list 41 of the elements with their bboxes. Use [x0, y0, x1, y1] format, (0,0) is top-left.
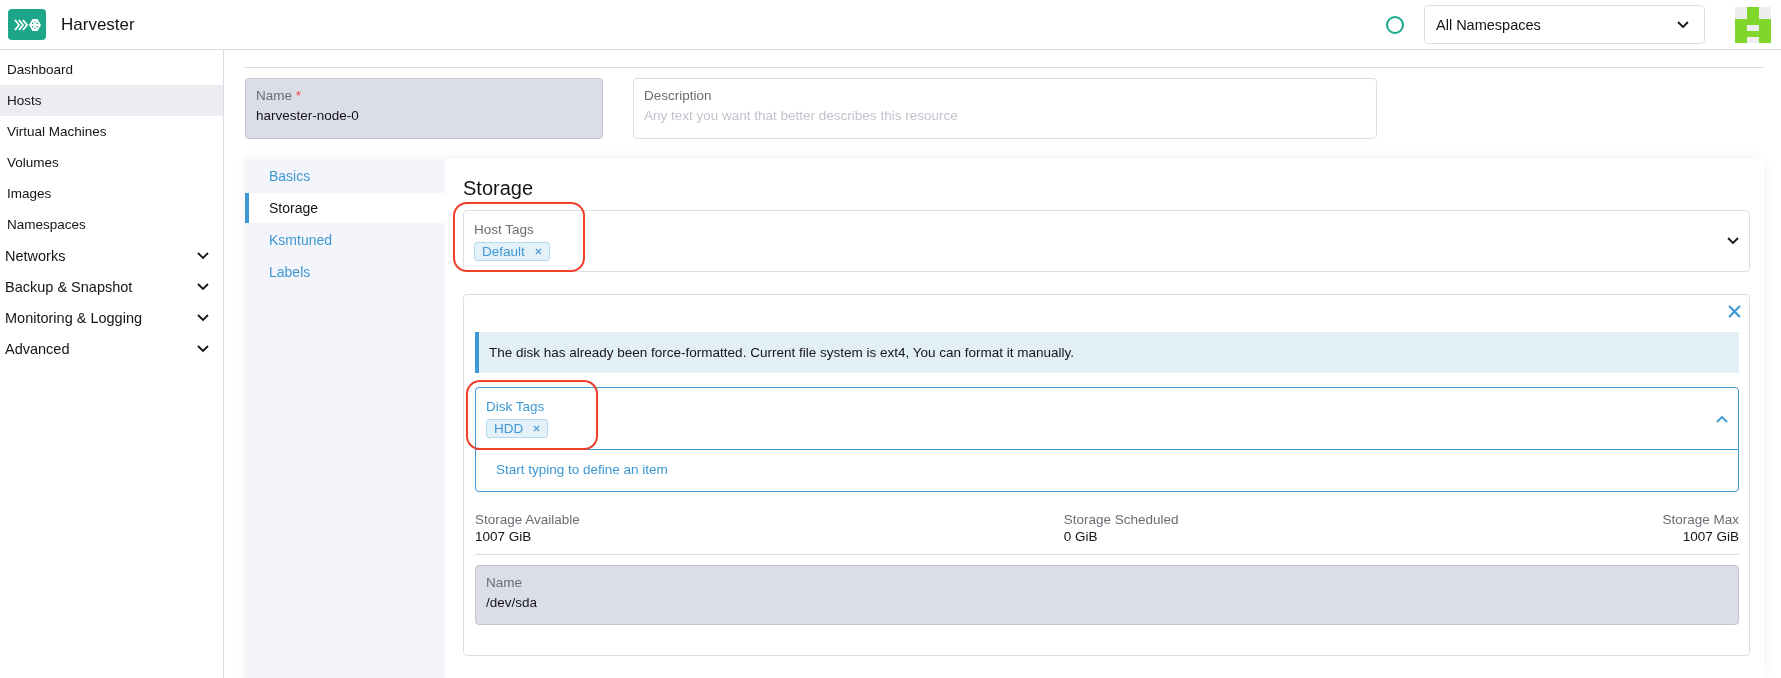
- tag-chip: Default: [474, 241, 550, 261]
- remove-icon[interactable]: [533, 425, 541, 432]
- tag-chip: HDD: [486, 419, 549, 438]
- section-heading: Storage: [463, 177, 535, 200]
- remove-icon[interactable]: [534, 247, 542, 255]
- sidebar-item[interactable]: Dashboard: [0, 54, 223, 85]
- sidebar-item[interactable]: Networks: [0, 240, 223, 271]
- sidebar-item[interactable]: Backup & Snapshot: [0, 271, 223, 302]
- field-label: Disk Tags: [486, 399, 545, 414]
- namespace-select[interactable]: All Namespaces: [1424, 5, 1705, 44]
- sidebar-item[interactable]: Volumes: [0, 147, 223, 178]
- stat-label: Storage Available: [475, 512, 580, 527]
- stat-label: Storage Max: [1662, 512, 1739, 527]
- sidebar-item[interactable]: Advanced: [0, 333, 223, 364]
- description-field[interactable]: Description Any text you want that better describes this resource: [633, 78, 1377, 139]
- stat-value: 1007 GiB: [1682, 529, 1739, 544]
- stat-value: 1007 GiB: [475, 529, 533, 544]
- sidebar-item[interactable]: Monitoring & Logging: [0, 302, 223, 333]
- sidebar-item[interactable]: Virtual Machines: [0, 116, 223, 147]
- app-title: Harvester: [61, 14, 135, 35]
- chevron-icon: [1727, 237, 1739, 245]
- chevron-icon: [1716, 414, 1728, 423]
- dropdown-hint: Start typing to define an item: [495, 461, 669, 479]
- logo-icon: [8, 9, 46, 40]
- sidebar-item[interactable]: Namespaces: [0, 209, 223, 240]
- stat-label: Storage Scheduled: [1063, 512, 1179, 527]
- avatar-icon[interactable]: [1735, 6, 1771, 43]
- chevron-icon: [197, 313, 209, 322]
- sidebar-item[interactable]: Images: [0, 178, 223, 209]
- info-banner: The disk has already been force-formatted. Current file system is ext4, You can format it manually.: [475, 332, 1739, 373]
- sidebar-item[interactable]: Hosts: [0, 85, 223, 116]
- status-icon: [1386, 15, 1404, 34]
- chevron-icon: [197, 282, 209, 291]
- chevron-icon: [197, 344, 209, 353]
- stat-value: 0 GiB: [1063, 529, 1099, 544]
- tag-select[interactable]: Host Tags Default: [463, 210, 1750, 272]
- close-icon[interactable]: [1728, 305, 1741, 318]
- chevron-icon: [1677, 20, 1689, 29]
- chevron-icon: [197, 251, 209, 260]
- tab[interactable]: Storage: [245, 193, 445, 223]
- field-label: Host Tags: [474, 221, 534, 237]
